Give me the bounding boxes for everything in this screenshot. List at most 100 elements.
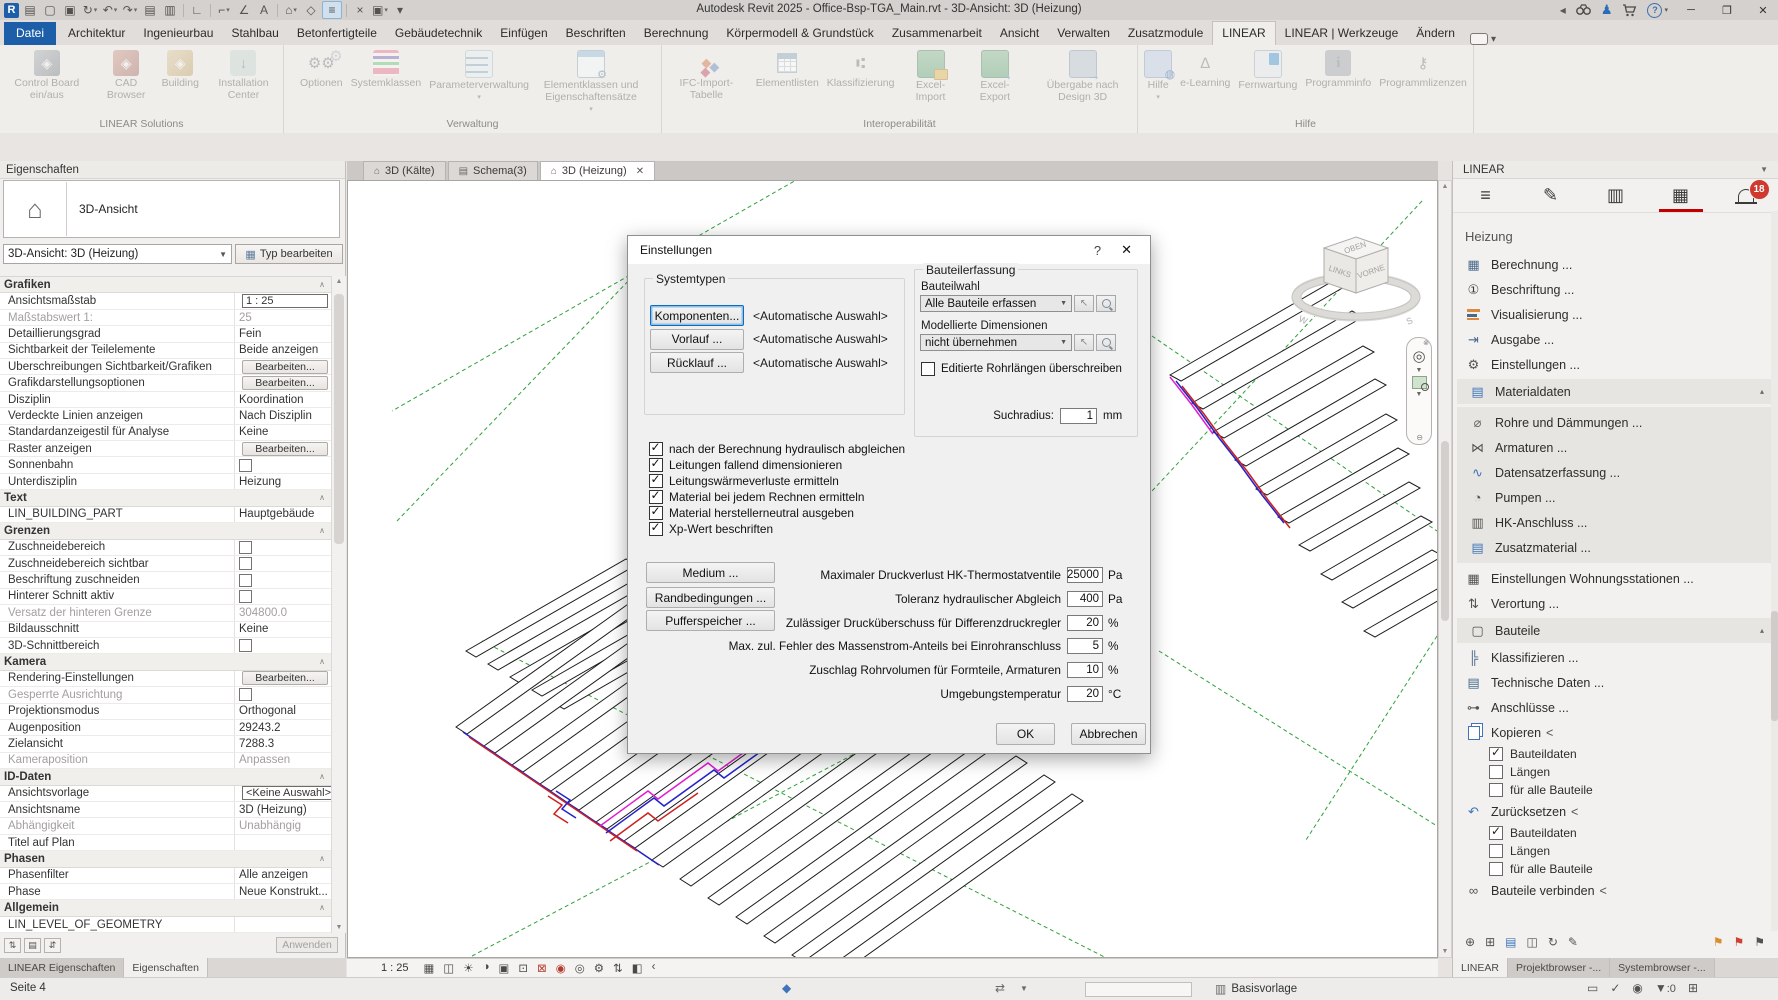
list-tool-icon[interactable]: ▤ <box>1505 935 1516 949</box>
checkbox[interactable] <box>239 459 252 472</box>
ribbon-tab-datei[interactable]: Datei <box>4 22 56 45</box>
open-icon[interactable]: ▢ <box>41 2 59 18</box>
linear-item-bauteile-verbinden[interactable]: Bauteile verbinden< <box>1453 878 1778 903</box>
linear-item-hk-anschluss-[interactable]: HK-Anschluss ... <box>1457 510 1774 535</box>
search-button[interactable] <box>1096 334 1116 351</box>
ribbon-tab-betonfertigteile[interactable]: Betonfertigteile <box>288 22 386 45</box>
ribbon-button-excel-export[interactable]: Excel-Export <box>964 48 1027 106</box>
checkbox[interactable] <box>1489 862 1503 876</box>
undo-icon[interactable]: ↶▾ <box>101 2 119 18</box>
ribbon-button-e-learning[interactable]: ∆e-Learning <box>1177 48 1233 92</box>
calculator-icon[interactable]: ▦ <box>1653 179 1709 212</box>
linear-check-bauteildaten[interactable]: Bauteildaten <box>1453 824 1778 842</box>
redo-icon[interactable]: ↷▾ <box>121 2 139 18</box>
linear-item-zurücksetzen[interactable]: Zurücksetzen< <box>1453 799 1778 824</box>
value-text[interactable]: Keine <box>239 426 268 438</box>
ok-button[interactable]: OK <box>996 723 1055 745</box>
thin-lines-icon[interactable]: ≡ <box>322 1 342 19</box>
linear-item-ausgabe-[interactable]: Ausgabe ... <box>1453 327 1778 352</box>
linear-item-visualisierung-[interactable]: Visualisierung ... <box>1453 302 1778 327</box>
help-menu-icon[interactable]: ?▾ <box>1647 3 1668 18</box>
temporary-isolate-icon[interactable]: ◎ <box>575 961 585 975</box>
chevron-down-icon[interactable]: ▼ <box>1020 984 1028 993</box>
property-section-id-daten[interactable]: ID-Daten∧ <box>0 769 331 785</box>
ribbon-tab-zusatzmodule[interactable]: Zusatzmodule <box>1119 22 1212 45</box>
collapse-chevron-icon[interactable]: ∧ <box>319 854 325 863</box>
sort-ascending-icon[interactable]: ⇅ <box>4 938 21 953</box>
expander-icon[interactable]: < <box>1600 884 1607 898</box>
ribbon-button-hilfe[interactable]: Hilfe▾ <box>1141 48 1175 103</box>
edit-tool-icon[interactable]: ✎ <box>1568 935 1578 949</box>
analysis-icon[interactable]: ◧ <box>632 961 643 975</box>
sync-icon[interactable]: ↻▾ <box>81 2 99 18</box>
linear-item-einstellungen-wohnungsstationen-[interactable]: Einstellungen Wohnungsstationen ... <box>1453 566 1778 591</box>
linear-item-berechnung-[interactable]: Berechnung ... <box>1453 252 1778 277</box>
r-cklauf-button[interactable]: Rücklauf ... <box>650 352 744 373</box>
numeric-input[interactable]: 400 <box>1067 591 1103 607</box>
value-text[interactable]: Alle anzeigen <box>239 869 308 881</box>
press-drag-icon[interactable]: ◉ <box>1632 981 1642 995</box>
worksharing-icon[interactable]: ⇄ <box>995 981 1005 995</box>
edit-type-button[interactable]: ▦ Typ bearbeiten <box>235 244 343 264</box>
linear-check-für-alle-bauteile[interactable]: für alle Bauteile <box>1453 860 1778 878</box>
customize-qat-icon[interactable]: ▾ <box>391 2 409 18</box>
collapse-chevron-icon[interactable]: ∧ <box>319 657 325 666</box>
navbar-close-icon[interactable]: ⊗ <box>1423 339 1429 347</box>
selection-tool-icon[interactable]: ⊞ <box>1485 935 1495 949</box>
ribbon-tab-verwalten[interactable]: Verwalten <box>1048 22 1119 45</box>
ribbon-button-ifc-import-tabelle[interactable]: IFC-Import-Tabelle <box>662 48 751 104</box>
collapse-chevron-icon[interactable]: ∧ <box>319 772 325 781</box>
property-section-phasen[interactable]: Phasen∧ <box>0 851 331 867</box>
apply-button[interactable]: Anwenden <box>276 937 338 953</box>
value-text[interactable]: 29243.2 <box>239 722 281 734</box>
type-selector-box[interactable]: ⌂ 3D-Ansicht <box>3 180 340 238</box>
user-account-icon[interactable]: ♟ <box>1601 2 1613 18</box>
pipe-tool-icon[interactable]: ⊕ <box>1465 935 1475 949</box>
crop-region-icon[interactable]: ◉ <box>556 961 566 975</box>
dimensionen-dropdown[interactable]: nicht übernehmen▼ <box>920 334 1072 351</box>
property-grid-scrollbar[interactable]: ▲ ▼ <box>331 276 346 933</box>
linear-item-zusatzmaterial-[interactable]: Zusatzmaterial ... <box>1457 535 1774 560</box>
ribbon-button-building[interactable]: Building <box>159 48 202 92</box>
warning-flag-orange-icon[interactable]: ⚑ <box>1713 935 1724 949</box>
ribbon-button-optionen[interactable]: ⚙Optionen <box>297 48 346 92</box>
numeric-input[interactable]: 20 <box>1067 686 1103 702</box>
ribbon-tab-stahlbau[interactable]: Stahlbau <box>222 22 287 45</box>
option-checkbox-row[interactable]: Xp-Wert beschriften <box>649 521 905 537</box>
selection-filter-icon[interactable]: ▼:0 <box>1655 981 1676 995</box>
value-text[interactable]: Beide anzeigen <box>239 344 318 356</box>
viewcube[interactable]: OBEN LINKS VORNE W S <box>1286 229 1426 339</box>
group-arrow-icon[interactable]: ▴ <box>1760 387 1764 396</box>
properties-icon[interactable]: ▤ <box>21 2 39 18</box>
value-text[interactable]: Heizung <box>239 476 281 488</box>
linear-check-bauteildaten[interactable]: Bauteildaten <box>1453 745 1778 763</box>
linear-item-verortung-[interactable]: Verortung ... <box>1453 591 1778 616</box>
property-section-text[interactable]: Text∧ <box>0 490 331 506</box>
pick-element-button[interactable]: ↖ <box>1074 334 1094 351</box>
temporary-properties-icon[interactable]: ⇅ <box>613 961 623 975</box>
view-tab-schema-3-[interactable]: ▤Schema(3) <box>448 161 538 180</box>
scrollbar-thumb[interactable] <box>334 294 344 544</box>
sun-settings-icon[interactable]: ◑ <box>483 961 490 975</box>
checkbox[interactable] <box>649 490 663 504</box>
checkbox[interactable] <box>239 557 252 570</box>
ribbon-tab-k-rpermodell-grundst-ck[interactable]: Körpermodell & Grundstück <box>717 22 882 45</box>
ribbon-button-programminfo[interactable]: iProgramminfo <box>1302 48 1374 92</box>
ribbon-tab--ndern[interactable]: Ändern <box>1407 22 1464 45</box>
edit-button[interactable]: Bearbeiten... <box>242 376 328 390</box>
panel-tab-projektbrowser-[interactable]: Projektbrowser -... <box>1508 958 1610 977</box>
scrollbar-thumb[interactable] <box>1441 441 1449 621</box>
ribbon-tab-berechnung[interactable]: Berechnung <box>635 22 718 45</box>
linear-item-beschriftung-[interactable]: Beschriftung ... <box>1453 277 1778 302</box>
group-arrow-icon[interactable]: ▴ <box>1760 626 1764 635</box>
search-button[interactable] <box>1096 295 1116 312</box>
value-text[interactable]: 3D (Heizung) <box>239 804 307 816</box>
ribbon-button-elementlisten[interactable]: Elementlisten <box>753 48 822 92</box>
ribbon-button-cad-browser[interactable]: CAD Browser <box>96 48 157 104</box>
selection-grid-icon[interactable]: ⊞ <box>1688 981 1698 995</box>
value-text[interactable]: Hauptgebäude <box>239 508 314 520</box>
value-text[interactable]: Orthogonal <box>239 705 296 717</box>
navbar-minimize-icon[interactable]: ⊖ <box>1416 433 1423 442</box>
checkbox[interactable] <box>1489 765 1503 779</box>
properties-panel-header[interactable]: Eigenschaften <box>0 161 345 179</box>
